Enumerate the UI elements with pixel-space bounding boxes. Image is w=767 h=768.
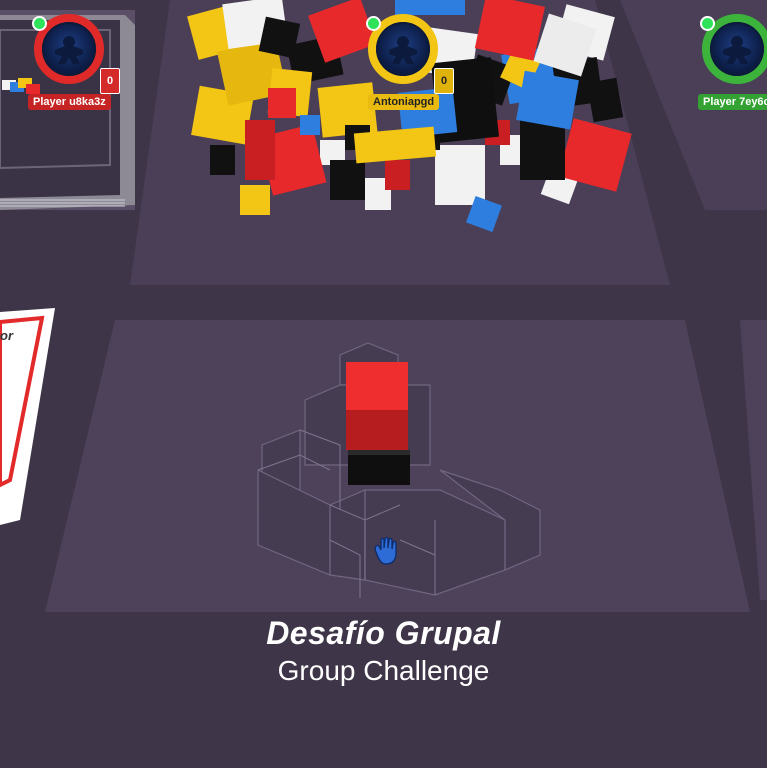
meeple-icon xyxy=(54,36,84,65)
card-count-badge: 0 xyxy=(434,68,454,94)
challenge-title: Desafío Grupal xyxy=(266,615,501,651)
player-name-tag: Antoniapgd xyxy=(368,94,440,110)
meeple-icon xyxy=(388,36,418,65)
online-status-dot xyxy=(366,16,381,31)
placed-cube-red[interactable] xyxy=(346,362,408,450)
challenge-subtitle: Group Challenge xyxy=(277,655,490,686)
player-panel-u8ka3z[interactable]: 0 Player u8ka3z xyxy=(28,6,120,116)
meeple-icon xyxy=(722,36,752,65)
player-name-tag: Player 7ey6o xyxy=(698,94,767,110)
online-status-dot xyxy=(700,16,715,31)
player-panel-7ey6o[interactable]: Player 7ey6o xyxy=(698,6,767,116)
player-panel-antoniapgd[interactable]: 0 Antoniapgd xyxy=(364,6,454,116)
card-text: or xyxy=(0,328,13,343)
online-status-dot xyxy=(32,16,47,31)
player-name-tag: Player u8ka3z xyxy=(28,94,111,110)
placed-cube-black[interactable] xyxy=(348,450,410,485)
card-count-badge: 0 xyxy=(100,68,120,94)
